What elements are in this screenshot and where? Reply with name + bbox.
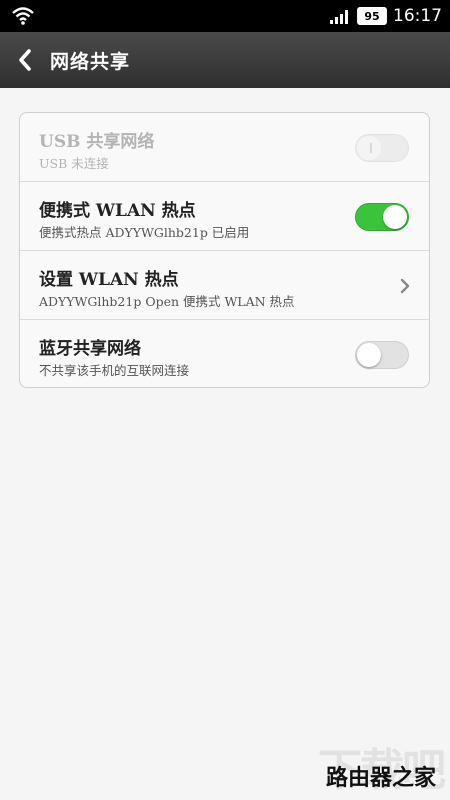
settings-list: USB 共享网络 USB 未连接 便携式 WLAN 热点 便携式热点 ADYYW… [19,112,430,388]
bluetooth-tethering-toggle[interactable] [355,341,409,369]
bluetooth-tethering-row[interactable]: 蓝牙共享网络 不共享该手机的互联网连接 [20,320,429,387]
toggle-knob [383,205,407,229]
usb-tethering-status: USB 未连接 [39,156,109,171]
back-button[interactable] [0,32,50,88]
title-bar: 网络共享 [0,32,450,88]
wlan-hotspot-row[interactable]: 便携式 WLAN 热点 便携式热点 ADYYWGlhb21p 已启用 [20,182,429,251]
bluetooth-tethering-status: 不共享该手机的互联网连接 [39,363,190,378]
clock: 16:17 [393,6,442,26]
status-bar: 95 16:17 [0,0,450,32]
bluetooth-tethering-title: 蓝牙共享网络 [39,339,141,359]
signal-icon [330,10,348,24]
wifi-icon [12,7,34,25]
watermark: 下载吧 路由器之家 [284,734,446,796]
toggle-knob [357,136,381,160]
wlan-hotspot-settings-row[interactable]: 设置 WLAN 热点 ADYYWGlhb21p Open 便携式 WLAN 热点 [20,251,429,320]
chevron-right-icon [400,278,410,294]
toggle-knob [357,343,381,367]
wlan-hotspot-status: 便携式热点 ADYYWGlhb21p 已启用 [39,225,250,240]
watermark-front-text: 路由器之家 [325,766,436,791]
page-title: 网络共享 [50,50,131,73]
wlan-hotspot-settings-title: 设置 WLAN 热点 [39,270,179,290]
usb-tethering-title: USB 共享网络 [39,132,155,152]
battery-indicator: 95 [357,7,387,25]
chevron-left-icon [19,49,31,71]
wlan-hotspot-title: 便携式 WLAN 热点 [39,201,196,221]
toggle-disabled-mark [370,143,372,153]
usb-tethering-toggle [355,134,409,162]
usb-tethering-row: USB 共享网络 USB 未连接 [20,113,429,182]
wlan-hotspot-toggle[interactable] [355,203,409,231]
wlan-hotspot-settings-summary: ADYYWGlhb21p Open 便携式 WLAN 热点 [39,294,295,309]
